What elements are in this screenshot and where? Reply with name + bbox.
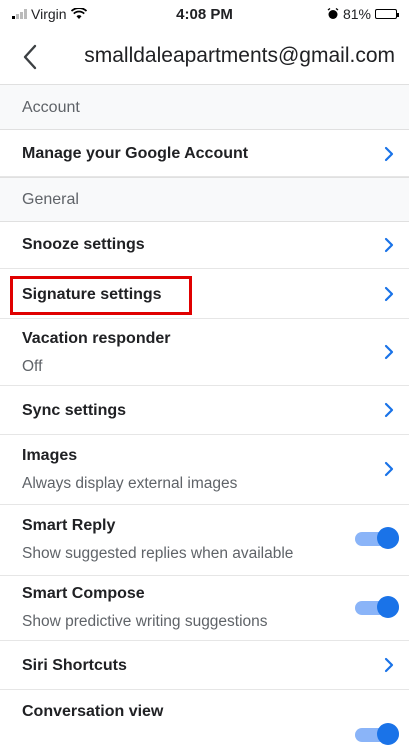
smart-compose-row: Smart Compose Show predictive writing su… [0,576,409,641]
section-label: General [22,191,79,208]
row-sublabel: Always display external images [22,475,238,492]
row-label: Snooze settings [22,236,145,253]
row-label: Smart Compose [22,585,145,602]
smart-compose-toggle[interactable] [355,596,399,618]
section-header-general: General [0,177,409,222]
row-label: Siri Shortcuts [22,657,127,674]
section-label: Account [22,99,80,116]
battery-percent: 81% [342,6,371,22]
row-label: Vacation responder [22,330,171,347]
smart-reply-row: Smart Reply Show suggested replies when … [0,505,409,576]
smart-reply-toggle[interactable] [355,527,399,549]
chevron-right-icon [384,344,394,360]
chevron-right-icon [384,461,394,477]
row-label: Conversation view [22,703,164,720]
chevron-right-icon [384,286,394,302]
section-header-account: Account [0,84,409,130]
row-label: Sync settings [22,402,127,419]
conversation-view-toggle[interactable] [355,723,399,745]
status-bar: Virgin 4:08 PM 81% [0,0,409,28]
vacation-responder-row[interactable]: Vacation responder Off [0,319,409,386]
row-label: Manage your Google Account [22,145,249,162]
row-sublabel: Off [22,358,43,375]
row-sublabel: Show suggested replies when available [22,545,294,562]
chevron-right-icon [384,402,394,418]
alarm-icon [327,8,339,19]
row-sublabel: Show predictive writing suggestions [22,613,268,630]
battery-icon [375,9,399,19]
status-right: 81% [327,6,399,22]
back-chevron-icon[interactable] [18,42,44,72]
chevron-right-icon [384,657,394,673]
sync-settings-row[interactable]: Sync settings [0,386,409,435]
siri-shortcuts-row[interactable]: Siri Shortcuts [0,641,409,690]
manage-google-account-row[interactable]: Manage your Google Account [0,130,409,177]
row-label: Images [22,447,78,464]
chevron-right-icon [384,146,394,162]
snooze-settings-row[interactable]: Snooze settings [0,222,409,269]
conversation-view-row: Conversation view [0,690,409,745]
header: smalldaleapartments@gmail.com [0,30,409,84]
row-label: Smart Reply [22,517,116,534]
chevron-right-icon [384,237,394,253]
highlight-box [10,276,192,315]
account-email-title: smalldaleapartments@gmail.com [84,44,395,67]
images-row[interactable]: Images Always display external images [0,435,409,505]
